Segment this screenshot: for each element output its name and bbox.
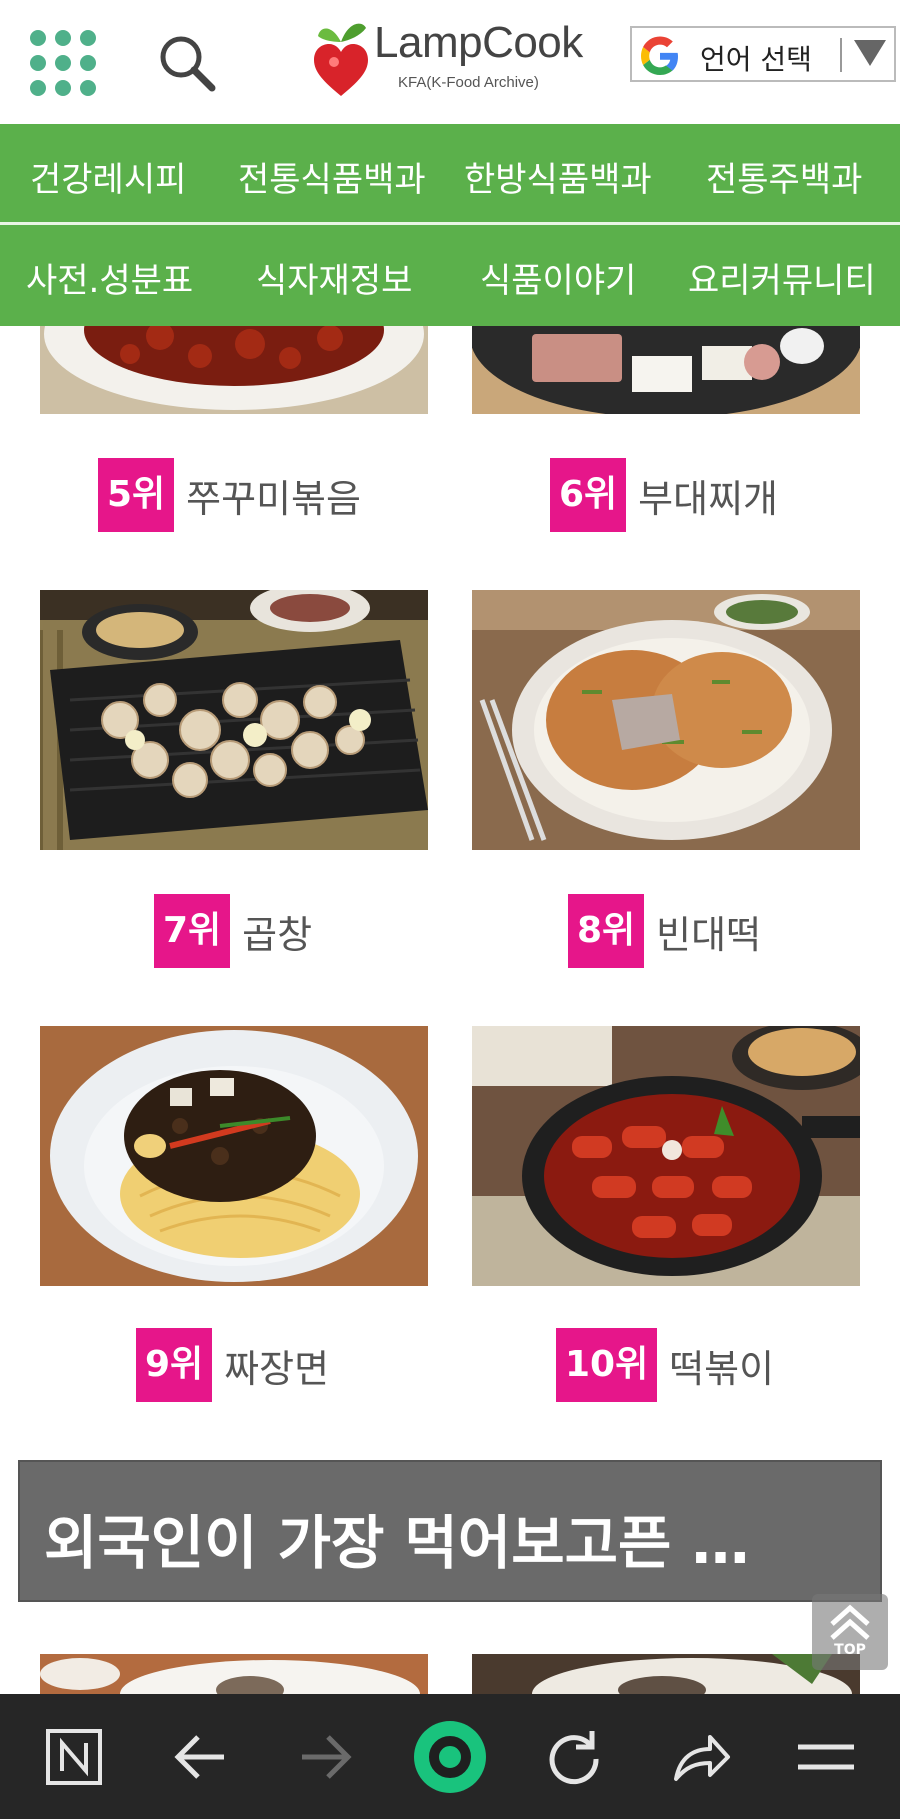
rank-badge: 9위	[136, 1328, 213, 1402]
rank-food-name: 부대찌개	[638, 476, 779, 521]
rank-item-8[interactable]: 8위 빈대떡	[568, 894, 761, 968]
site-header: LampCook KFA(K-Food Archive) 언어 선택	[0, 0, 900, 124]
all-menu-grid-icon[interactable]	[30, 30, 96, 96]
lampcook-logo[interactable]: LampCook KFA(K-Food Archive)	[312, 16, 592, 102]
language-select-label: 언어 선택	[700, 43, 812, 76]
nav-item-dictionary[interactable]: 사전.성분표	[26, 253, 193, 302]
food-image-next-1[interactable]	[40, 1654, 428, 1694]
rank-badge: 6위	[550, 458, 627, 532]
rank-food-name: 쭈꾸미볶음	[186, 476, 361, 521]
rank-food-name: 떡볶이	[669, 1346, 775, 1391]
back-arrow-icon[interactable]	[162, 1719, 238, 1795]
search-icon[interactable]	[156, 32, 218, 94]
language-select-divider	[840, 38, 842, 72]
main-nav: 건강레시피 전통식품백과 한방식품백과 전통주백과 사전.성분표 식자재정보 식…	[0, 124, 900, 326]
nav-row-2: 사전.성분표 식자재정보 식품이야기 요리커뮤니티	[0, 225, 900, 325]
share-icon[interactable]	[662, 1719, 738, 1795]
rank-item-5[interactable]: 5위 쭈꾸미볶음	[98, 458, 361, 532]
rank-item-6[interactable]: 6위 부대찌개	[550, 458, 778, 532]
rank-item-10[interactable]: 10위 떡볶이	[556, 1328, 774, 1402]
logo-title: LampCook	[374, 18, 583, 67]
naver-n-icon[interactable]	[36, 1719, 112, 1795]
nav-item-traditional-liquor[interactable]: 전통주백과	[706, 152, 862, 201]
google-g-icon	[641, 36, 678, 75]
rank-item-7[interactable]: 7위 곱창	[154, 894, 312, 968]
menu-icon[interactable]	[788, 1719, 864, 1795]
nav-item-herbal-food[interactable]: 한방식품백과	[464, 152, 652, 201]
rank-badge: 8위	[568, 894, 645, 968]
rank-food-name: 빈대떡	[656, 912, 762, 957]
browser-bottom-bar	[0, 1694, 900, 1819]
rank-badge: 5위	[98, 458, 175, 532]
ranking-content: 5위 쭈꾸미볶음 6위 부대찌개 7위 곱창 8위 빈대떡 9위 짜장면 10위…	[0, 326, 900, 1694]
nav-item-food-stories[interactable]: 식품이야기	[480, 253, 636, 302]
section-banner-title: 외국인이 가장 먹어보고픈 …	[44, 1509, 750, 1577]
scroll-to-top-button[interactable]: TOP	[812, 1594, 888, 1670]
food-image-bindaetteok[interactable]	[472, 590, 860, 850]
heart-leaf-logo-icon	[314, 23, 368, 96]
food-image-budae-jjigae[interactable]	[472, 326, 860, 414]
home-circle-icon[interactable]	[412, 1719, 488, 1795]
rank-item-9[interactable]: 9위 짜장면	[136, 1328, 329, 1402]
food-image-tteokbokki[interactable]	[472, 1026, 860, 1286]
nav-item-cooking-community[interactable]: 요리커뮤니티	[688, 253, 876, 302]
food-image-next-2[interactable]	[472, 1654, 860, 1694]
chevron-up-icon	[830, 1604, 870, 1640]
food-image-gopchang[interactable]	[40, 590, 428, 850]
nav-row-1: 건강레시피 전통식품백과 한방식품백과 전통주백과	[0, 124, 900, 224]
food-image-jjajangmyeon[interactable]	[40, 1026, 428, 1286]
nav-item-ingredients[interactable]: 식자재정보	[256, 253, 412, 302]
nav-item-traditional-food[interactable]: 전통식품백과	[238, 152, 426, 201]
rank-food-name: 짜장면	[224, 1346, 330, 1391]
scroll-to-top-label: TOP	[834, 1642, 866, 1658]
dropdown-arrow-icon	[854, 40, 886, 66]
refresh-icon[interactable]	[536, 1719, 612, 1795]
forward-arrow-icon[interactable]	[288, 1719, 364, 1795]
section-banner[interactable]: 외국인이 가장 먹어보고픈 …	[18, 1460, 882, 1602]
nav-item-health-recipe[interactable]: 건강레시피	[30, 152, 186, 201]
logo-subtitle: KFA(K-Food Archive)	[398, 74, 539, 91]
food-image-jjukkumi[interactable]	[40, 326, 428, 414]
rank-food-name: 곱창	[242, 912, 313, 957]
rank-badge: 7위	[154, 894, 231, 968]
language-select[interactable]: 언어 선택	[630, 26, 896, 82]
rank-badge: 10위	[556, 1328, 658, 1402]
